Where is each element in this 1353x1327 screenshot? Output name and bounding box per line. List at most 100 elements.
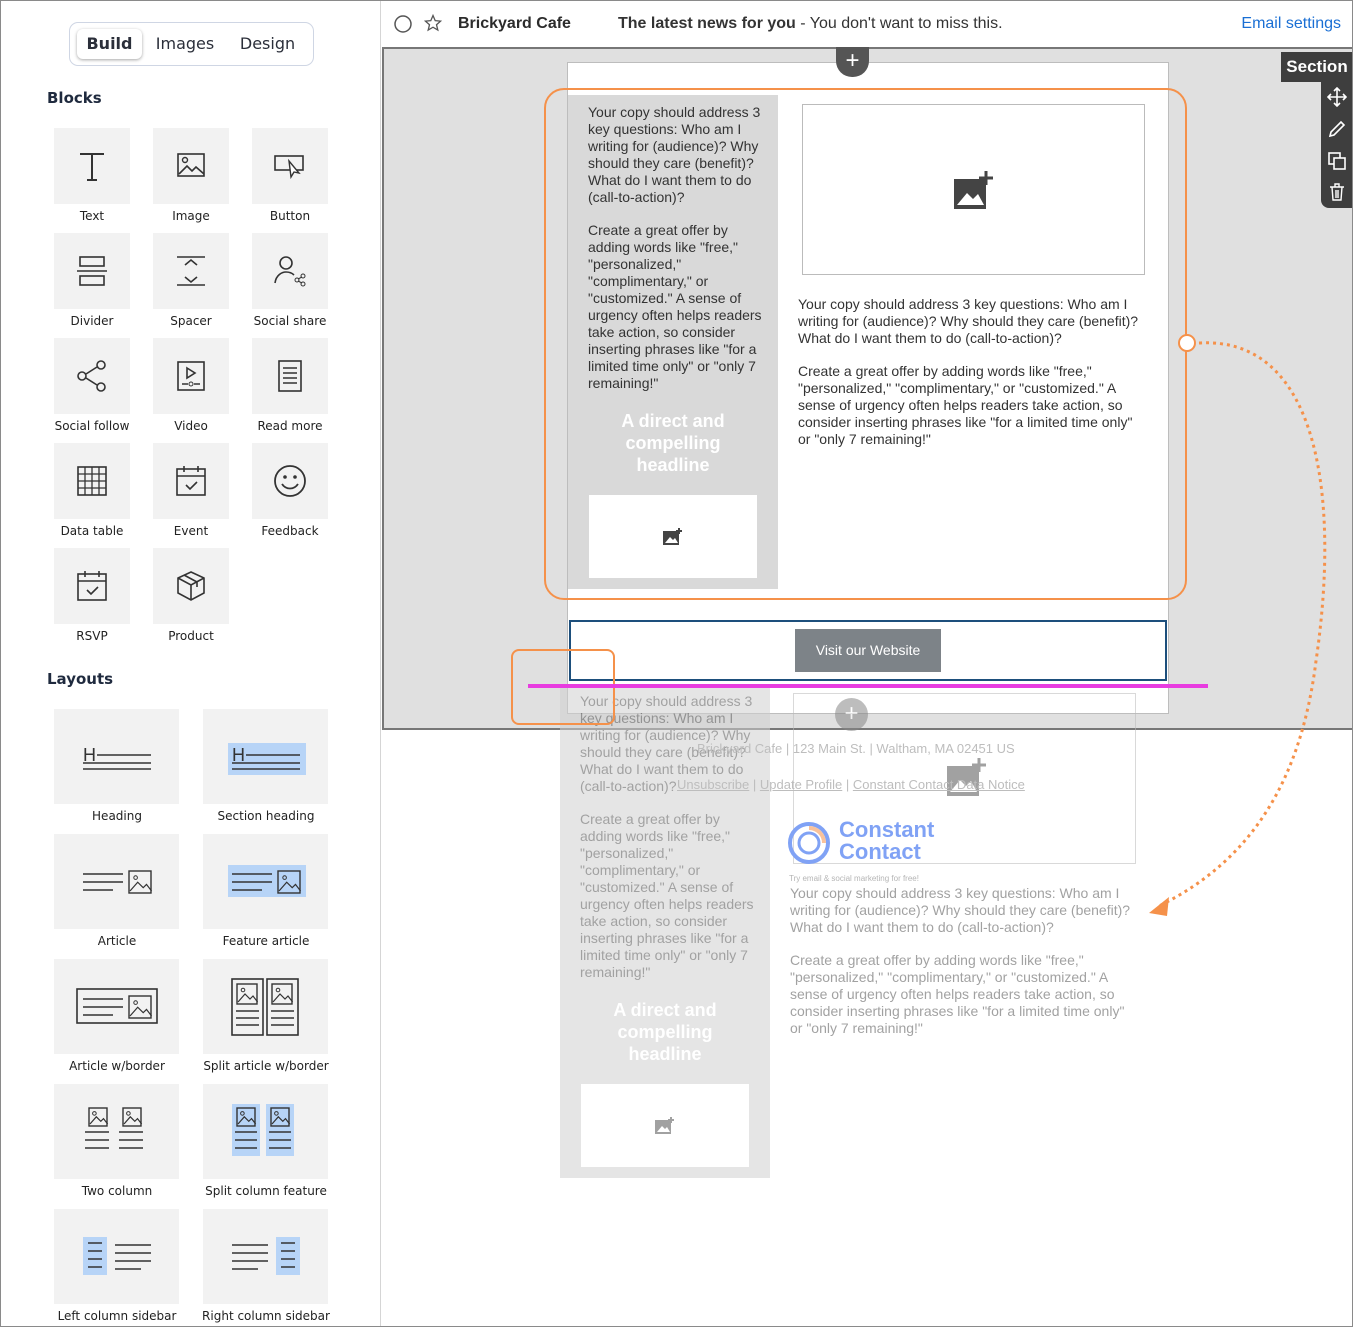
- layout-thumbnail-icon: [84, 1106, 143, 1149]
- tab-build[interactable]: Build: [77, 29, 142, 59]
- layout-tile-left-column-sidebar[interactable]: [54, 1209, 179, 1304]
- layout-thumbnail-icon: [82, 1236, 151, 1275]
- layout-tile-split-article-w-border[interactable]: [203, 959, 328, 1054]
- subject-text: The latest news for you: [618, 15, 796, 32]
- block-tile-rsvp[interactable]: [54, 548, 130, 624]
- layout-tile-split-column-feature[interactable]: [203, 1084, 328, 1179]
- block-tile-data-table[interactable]: [54, 443, 130, 519]
- tab-design[interactable]: Design: [230, 29, 305, 59]
- spacer-icon: [177, 256, 205, 286]
- block-label: RSVP: [76, 629, 108, 643]
- image-icon: [177, 153, 205, 177]
- select-circle-icon[interactable]: [394, 15, 412, 33]
- block-tile-button[interactable]: [252, 128, 328, 204]
- ghost-add-icon: +: [835, 698, 868, 731]
- layout-tile-article-w-border[interactable]: [54, 959, 179, 1054]
- duplicate-tool[interactable]: [1322, 146, 1352, 176]
- feedback-icon: [274, 465, 306, 497]
- ghost-right-copy-2: Create a great offer by adding words lik…: [790, 952, 1125, 1036]
- layout-tile-two-column[interactable]: [54, 1084, 179, 1179]
- footer-address: Brickyard Cafe | 123 Main St. | Waltham,…: [697, 741, 1015, 756]
- rsvp-icon: [77, 571, 107, 601]
- text-icon: [80, 153, 104, 181]
- tab-bar: Build Images Design: [69, 22, 314, 66]
- data-notice-link[interactable]: Constant Contact Data Notice: [853, 777, 1025, 792]
- update-profile-link[interactable]: Update Profile: [760, 777, 842, 792]
- subject-line: The latest news for you - You don't want…: [618, 15, 1003, 33]
- star-icon[interactable]: [424, 14, 442, 32]
- move-icon: [1327, 87, 1347, 107]
- block-tile-spacer[interactable]: [153, 233, 229, 309]
- tab-images[interactable]: Images: [150, 29, 220, 59]
- drop-line-indicator: [528, 684, 1208, 688]
- block-tile-text[interactable]: [54, 128, 130, 204]
- video-icon: [177, 361, 205, 391]
- block-label: Video: [174, 419, 208, 433]
- block-tile-product[interactable]: [153, 548, 229, 624]
- unsubscribe-link[interactable]: Unsubscribe: [677, 777, 749, 792]
- move-tool[interactable]: [1322, 82, 1352, 112]
- section-selection-outline: [544, 88, 1187, 600]
- add-image-icon: [655, 1116, 674, 1134]
- svg-text:H: H: [83, 745, 96, 765]
- layout-thumbnail-icon: [231, 1236, 300, 1275]
- layout-thumbnail-icon: [82, 869, 152, 894]
- read-more-icon: [278, 360, 302, 392]
- delete-tool[interactable]: [1322, 177, 1352, 207]
- visit-website-button[interactable]: Visit our Website: [795, 629, 941, 672]
- add-section-button[interactable]: +: [836, 47, 869, 77]
- duplicate-icon: [1328, 152, 1346, 170]
- layout-label: Right column sidebar: [202, 1309, 330, 1323]
- preheader-text: - You don't want to miss this.: [795, 15, 1003, 32]
- ghost-left-copy-2: Create a great offer by adding words lik…: [580, 811, 754, 980]
- layout-label: Article w/border: [69, 1059, 165, 1073]
- block-tile-social-share[interactable]: [252, 233, 328, 309]
- section-label: Section: [1281, 52, 1352, 82]
- block-label: Divider: [70, 314, 114, 328]
- layout-label: Heading: [92, 809, 142, 823]
- block-label: Product: [168, 629, 214, 643]
- event-icon: [176, 466, 206, 496]
- layout-thumbnail-icon: [231, 1103, 294, 1156]
- layout-tile-heading[interactable]: H: [54, 709, 179, 804]
- block-tile-social-follow[interactable]: [54, 338, 130, 414]
- app-root: Build Images Design Blocks Text Image Butt…: [0, 0, 1353, 1327]
- sidebar: Build Images Design Blocks Text Image Butt…: [1, 1, 381, 1326]
- svg-text:H: H: [232, 745, 245, 765]
- data-table-icon: [77, 466, 107, 496]
- layout-label: Section heading: [217, 809, 315, 823]
- layout-tile-feature-article[interactable]: [203, 834, 328, 929]
- layout-thumbnail-icon: H: [227, 742, 306, 775]
- block-tile-video[interactable]: [153, 338, 229, 414]
- block-label: Event: [173, 524, 209, 538]
- layout-tile-right-column-sidebar[interactable]: [203, 1209, 328, 1304]
- layout-label: Article: [97, 934, 137, 948]
- layout-thumbnail-icon: [227, 864, 306, 897]
- layout-tile-section-heading[interactable]: H: [203, 709, 328, 804]
- edit-icon: [1328, 120, 1346, 138]
- email-settings-link[interactable]: Email settings: [1241, 15, 1341, 33]
- sender-name: Brickyard Cafe: [458, 15, 571, 32]
- layout-tile-article[interactable]: [54, 834, 179, 929]
- block-tile-image[interactable]: [153, 128, 229, 204]
- layout-thumbnail-icon: [230, 977, 299, 1036]
- social-follow-icon: [77, 360, 106, 392]
- layout-label: Split article w/border: [203, 1059, 329, 1073]
- block-tile-event[interactable]: [153, 443, 229, 519]
- ghost-headline: A direct and compelling headline: [613, 1000, 717, 1064]
- edit-tool[interactable]: [1322, 114, 1352, 144]
- divider-icon: [77, 256, 107, 286]
- block-label: Text: [79, 209, 105, 223]
- delete-icon: [1330, 183, 1344, 201]
- layout-label: Split column feature: [205, 1184, 327, 1198]
- block-label: Social share: [253, 314, 327, 328]
- layout-thumbnail-icon: [75, 987, 158, 1024]
- block-tile-read-more[interactable]: [252, 338, 328, 414]
- drag-path-arrow-icon: [1149, 341, 1327, 916]
- layout-label: Feature article: [222, 934, 310, 948]
- logo-text-1: Constant: [839, 817, 935, 842]
- layout-thumbnail-icon: H: [82, 745, 151, 770]
- block-tile-feedback[interactable]: [252, 443, 328, 519]
- button-icon: [274, 155, 304, 180]
- block-tile-divider[interactable]: [54, 233, 130, 309]
